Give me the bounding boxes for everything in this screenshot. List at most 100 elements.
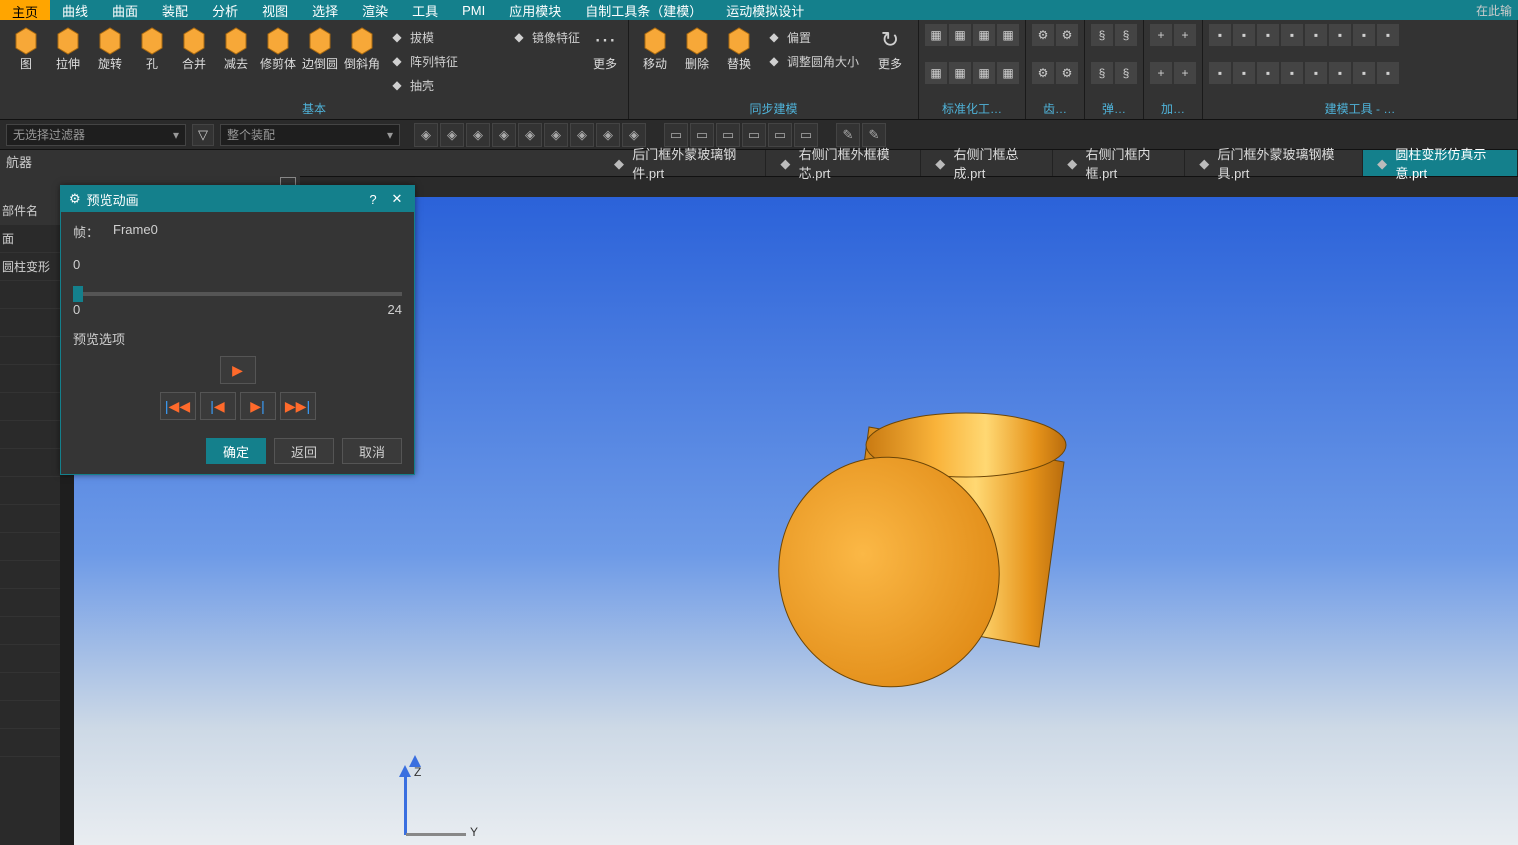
mt-7[interactable]: ▪	[1353, 24, 1375, 46]
std-tool-1[interactable]: ▦	[925, 24, 947, 46]
mt-2[interactable]: ▪	[1233, 24, 1255, 46]
tool-trim-body[interactable]: 修剪体	[258, 24, 298, 92]
doc-tab-5[interactable]: ◆圆柱变形仿真示意.prt	[1363, 150, 1518, 176]
nav-row-cylinder-deform[interactable]: 圆柱变形	[0, 253, 60, 281]
tool-subtract[interactable]: 减去	[216, 24, 256, 92]
doc-tab-4[interactable]: ◆后门框外蒙玻璃钢模具.prt	[1185, 150, 1363, 176]
sel-ic-5[interactable]: ◈	[518, 123, 542, 147]
view-ic-5[interactable]: ▭	[768, 123, 792, 147]
sel-ic-7[interactable]: ◈	[570, 123, 594, 147]
tool-replace[interactable]: 替换	[719, 24, 759, 92]
sel-ic-8[interactable]: ◈	[596, 123, 620, 147]
spring-tool-1[interactable]: §	[1091, 24, 1113, 46]
menu-item-assembly[interactable]: 装配	[150, 0, 200, 20]
mt-12[interactable]: ▪	[1281, 62, 1303, 84]
menu-item-analysis[interactable]: 分析	[200, 0, 250, 20]
menu-item-render[interactable]: 渲染	[350, 0, 400, 20]
nav-row-face[interactable]: 面	[0, 225, 60, 253]
tool-sketch[interactable]: 图	[6, 24, 46, 92]
add-tool-2[interactable]: +	[1174, 24, 1196, 46]
play-button[interactable]: ▶	[220, 356, 256, 384]
menu-item-tools[interactable]: 工具	[400, 0, 450, 20]
selection-filter-combo[interactable]: 无选择过滤器▾	[6, 124, 186, 146]
gear-tool-4[interactable]: ⚙	[1056, 62, 1078, 84]
menu-item-custom-toolbar[interactable]: 自制工具条（建模）	[573, 0, 714, 20]
tool-chamfer[interactable]: 倒斜角	[342, 24, 382, 92]
std-tool-8[interactable]: ▦	[997, 62, 1019, 84]
mt-11[interactable]: ▪	[1257, 62, 1279, 84]
mt-10[interactable]: ▪	[1233, 62, 1255, 84]
dialog-close-button[interactable]: ✕	[388, 190, 406, 208]
view-ic-1[interactable]: ▭	[664, 123, 688, 147]
spring-tool-4[interactable]: §	[1115, 62, 1137, 84]
cancel-button[interactable]: 取消	[342, 438, 402, 464]
menu-item-surface[interactable]: 曲面	[100, 0, 150, 20]
filter-funnel-icon[interactable]: ▽	[192, 124, 214, 146]
tool-basic-more[interactable]: ⋯更多	[588, 24, 622, 92]
mt-15[interactable]: ▪	[1353, 62, 1375, 84]
dialog-help-button[interactable]: ?	[364, 190, 382, 208]
view-ic-4[interactable]: ▭	[742, 123, 766, 147]
menu-item-pmi[interactable]: PMI	[450, 0, 497, 20]
sel-ic-6[interactable]: ◈	[544, 123, 568, 147]
menu-item-view[interactable]: 视图	[250, 0, 300, 20]
step-back-button[interactable]: |◀	[200, 392, 236, 420]
view-ic-6[interactable]: ▭	[794, 123, 818, 147]
back-button[interactable]: 返回	[274, 438, 334, 464]
pencil-icon[interactable]: ✎	[862, 123, 886, 147]
std-tool-7[interactable]: ▦	[973, 62, 995, 84]
mt-9[interactable]: ▪	[1209, 62, 1231, 84]
add-tool-4[interactable]: +	[1174, 62, 1196, 84]
frame-slider[interactable]: 0 0 24	[73, 257, 402, 317]
tool-pattern-feature[interactable]: ◆阵列特征	[384, 50, 504, 72]
mt-13[interactable]: ▪	[1305, 62, 1327, 84]
std-tool-6[interactable]: ▦	[949, 62, 971, 84]
go-to-start-button[interactable]: |◀◀	[160, 392, 196, 420]
spring-tool-2[interactable]: §	[1115, 24, 1137, 46]
slider-thumb[interactable]	[73, 286, 83, 302]
view-ic-3[interactable]: ▭	[716, 123, 740, 147]
std-tool-5[interactable]: ▦	[925, 62, 947, 84]
gear-tool-2[interactable]: ⚙	[1056, 24, 1078, 46]
mt-14[interactable]: ▪	[1329, 62, 1351, 84]
sel-ic-3[interactable]: ◈	[466, 123, 490, 147]
spring-tool-3[interactable]: §	[1091, 62, 1113, 84]
dialog-title-bar[interactable]: ⚙ 预览动画 ? ✕	[61, 186, 414, 212]
tool-move[interactable]: 移动	[635, 24, 675, 92]
mt-6[interactable]: ▪	[1329, 24, 1351, 46]
menu-item-motion-sim[interactable]: 运动模拟设计	[714, 0, 816, 20]
sel-ic-4[interactable]: ◈	[492, 123, 516, 147]
view-ic-2[interactable]: ▭	[690, 123, 714, 147]
tool-shell[interactable]: ◆抽壳	[384, 74, 504, 96]
tool-offset[interactable]: ◆偏置	[761, 26, 871, 48]
mt-8[interactable]: ▪	[1377, 24, 1399, 46]
tool-unite[interactable]: 合并	[174, 24, 214, 92]
go-to-end-button[interactable]: ▶▶|	[280, 392, 316, 420]
mt-3[interactable]: ▪	[1257, 24, 1279, 46]
menu-item-select[interactable]: 选择	[300, 0, 350, 20]
doc-tab-2[interactable]: ◆右侧门框总成.prt	[921, 150, 1053, 176]
assembly-scope-combo[interactable]: 整个装配▾	[220, 124, 400, 146]
tool-revolve[interactable]: 旋转	[90, 24, 130, 92]
tool-resize-blend[interactable]: ◆调整圆角大小	[761, 50, 871, 72]
step-forward-button[interactable]: ▶|	[240, 392, 276, 420]
doc-tab-0[interactable]: ◆后门框外蒙玻璃钢件.prt	[600, 150, 766, 176]
menu-item-app-module[interactable]: 应用模块	[497, 0, 573, 20]
menubar-search[interactable]: 在此输	[1476, 2, 1518, 19]
doc-tab-1[interactable]: ◆右侧门框外框模芯.prt	[766, 150, 921, 176]
slider-track[interactable]	[73, 292, 402, 296]
tool-extrude[interactable]: 拉伸	[48, 24, 88, 92]
tool-sync-more[interactable]: ↻更多	[873, 24, 907, 92]
doc-tab-3[interactable]: ◆右侧门框内框.prt	[1053, 150, 1185, 176]
ok-button[interactable]: 确定	[206, 438, 266, 464]
add-tool-1[interactable]: +	[1150, 24, 1172, 46]
mt-5[interactable]: ▪	[1305, 24, 1327, 46]
std-tool-3[interactable]: ▦	[973, 24, 995, 46]
tool-edge-blend[interactable]: 边倒圆	[300, 24, 340, 92]
std-tool-4[interactable]: ▦	[997, 24, 1019, 46]
tool-delete[interactable]: 删除	[677, 24, 717, 92]
std-tool-2[interactable]: ▦	[949, 24, 971, 46]
gear-tool-1[interactable]: ⚙	[1032, 24, 1054, 46]
sel-ic-2[interactable]: ◈	[440, 123, 464, 147]
mt-16[interactable]: ▪	[1377, 62, 1399, 84]
